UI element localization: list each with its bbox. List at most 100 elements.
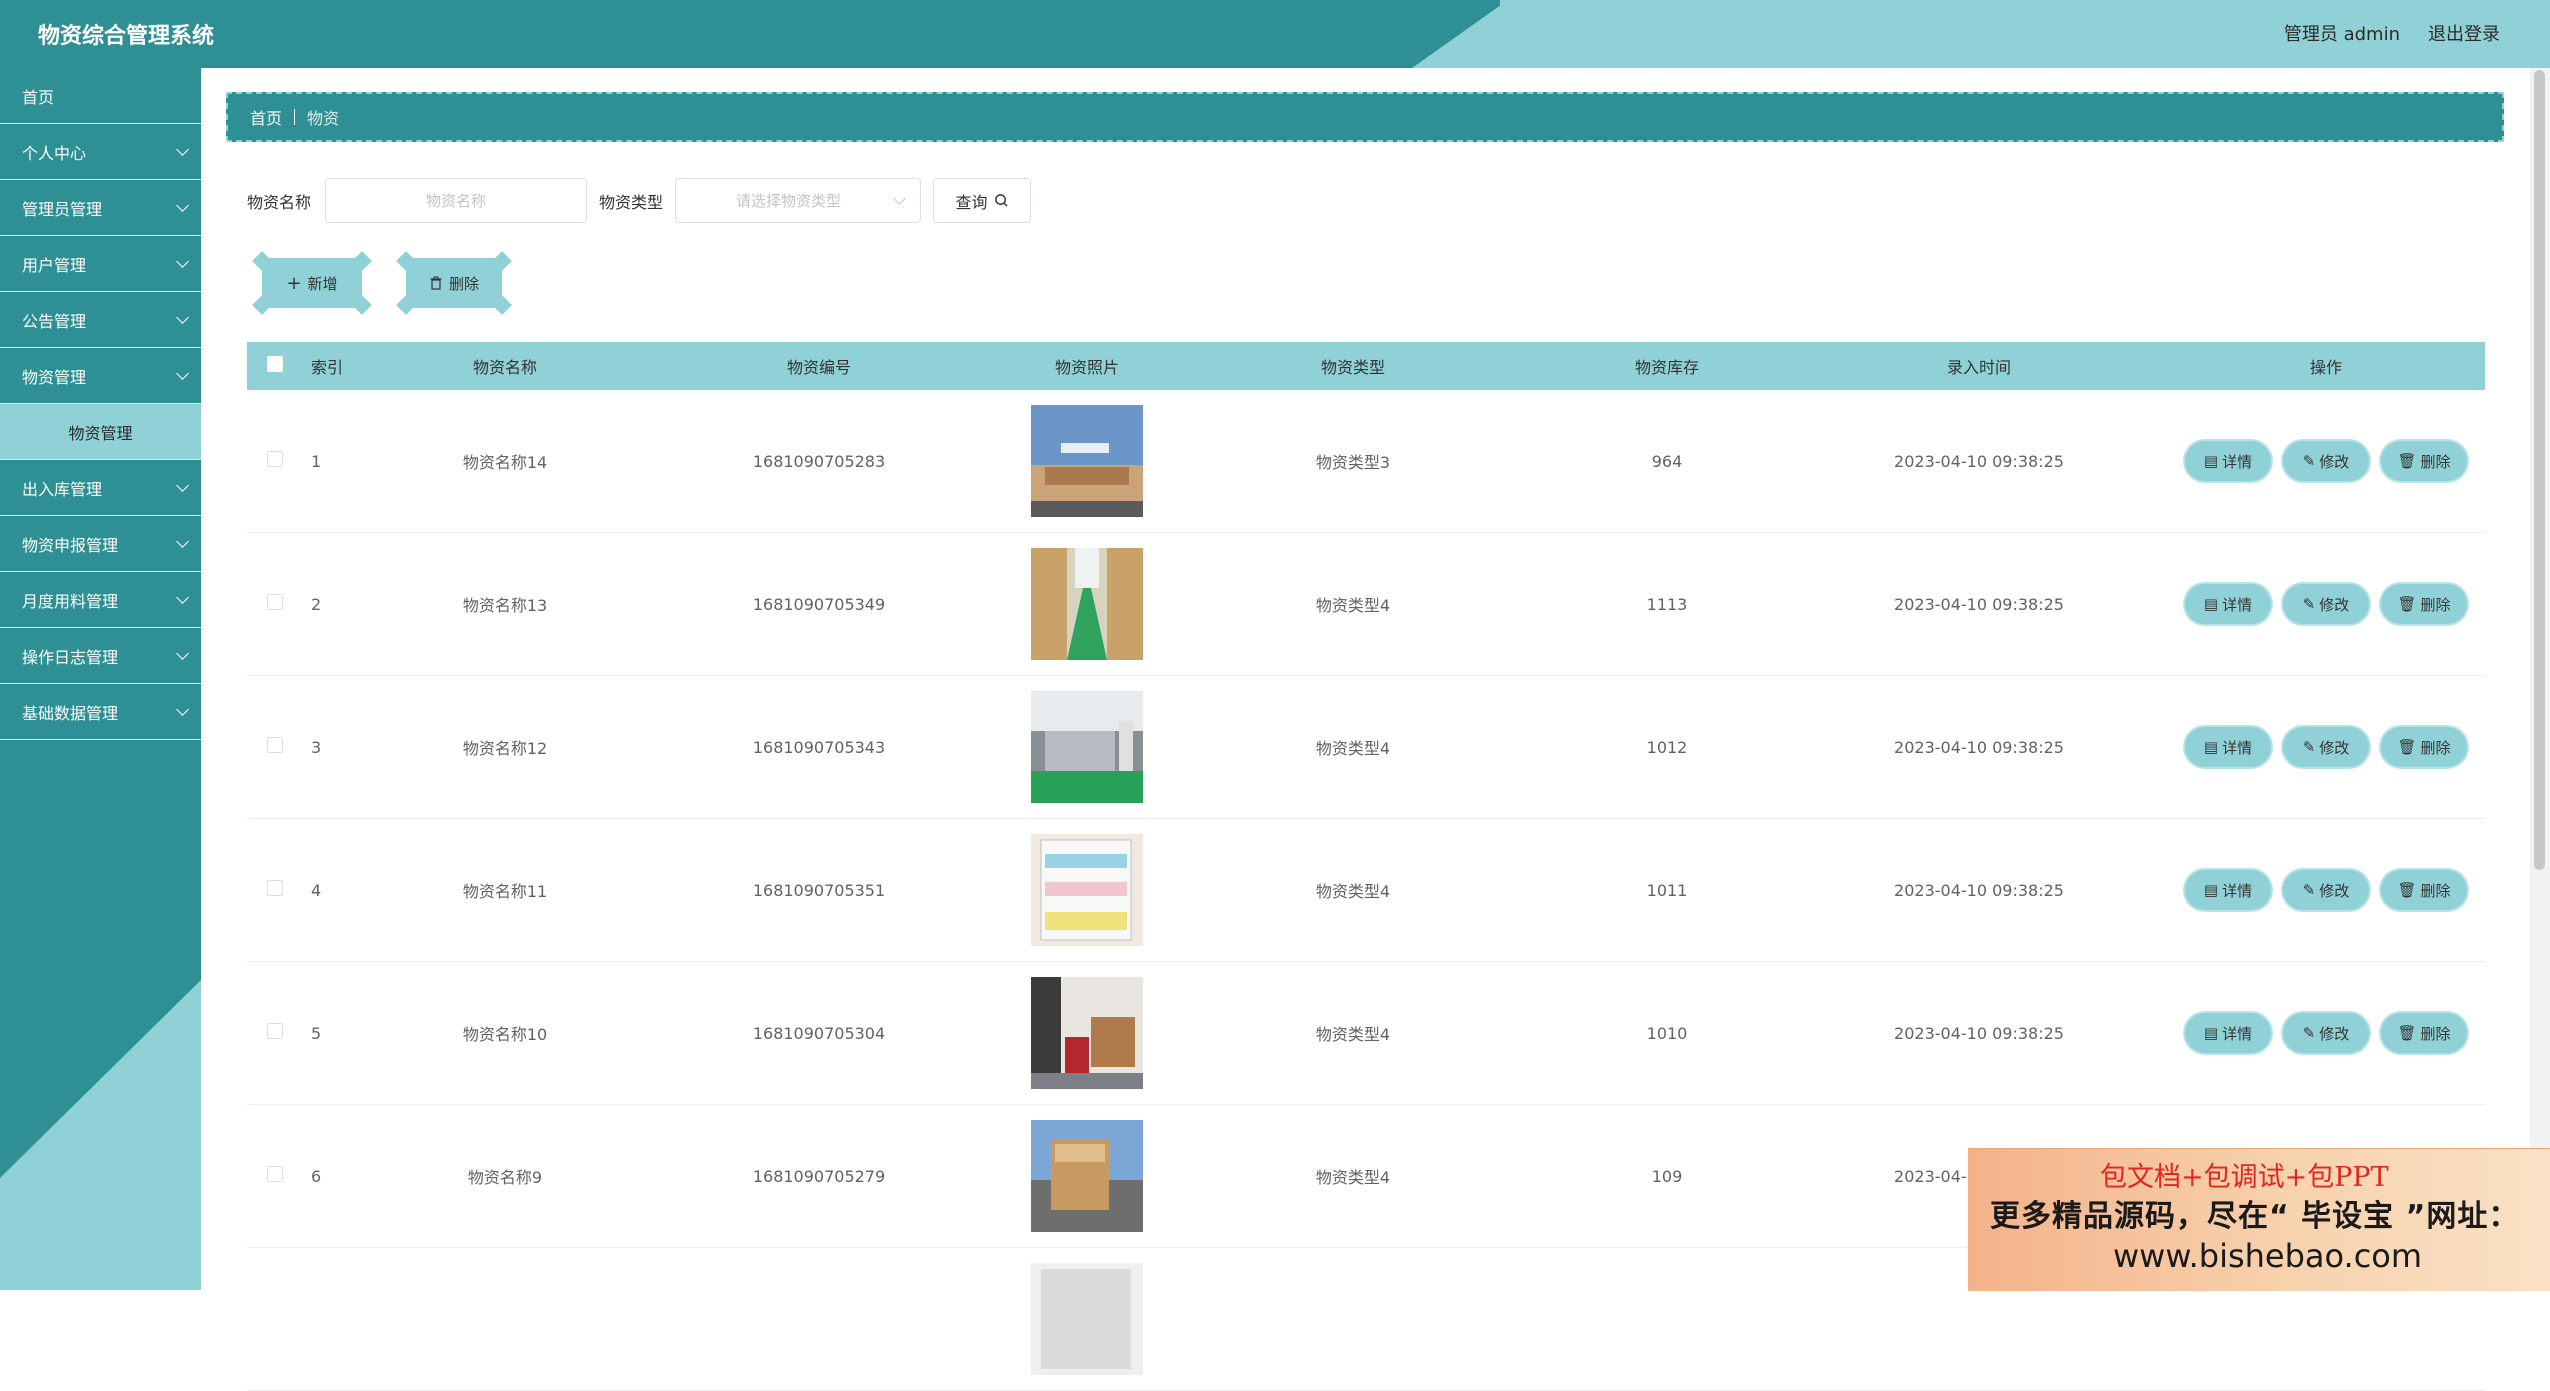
chevron-down-icon [176, 535, 189, 548]
edit-button-label: 修改 [2319, 881, 2350, 900]
detail-button[interactable]: ▤详情 [2185, 1013, 2271, 1053]
delete-button[interactable]: 🗑删除 [2381, 584, 2467, 624]
sidebar-item[interactable]: 用户管理 [0, 236, 201, 292]
sidebar-item-label: 月度用料管理 [22, 591, 119, 611]
breadcrumb-home[interactable]: 首页 [250, 105, 282, 129]
select-all-checkbox[interactable] [267, 356, 283, 372]
header-index: 索引 [311, 358, 344, 377]
chevron-down-icon [176, 255, 189, 268]
detail-button[interactable]: ▤详情 [2185, 727, 2271, 767]
sidebar-item[interactable]: 物资申报管理 [0, 516, 201, 572]
plus-icon: + [286, 272, 302, 294]
document-icon: ▤ [2203, 738, 2219, 756]
document-icon: ▤ [2203, 595, 2219, 613]
delete-button[interactable]: 🗑删除 [2381, 727, 2467, 767]
breadcrumb: 首页 物资 [226, 92, 2504, 142]
cell-name: 物资名称13 [462, 596, 548, 615]
query-button[interactable]: 查询 [933, 178, 1032, 223]
material-photo[interactable] [1031, 548, 1143, 660]
sidebar-item[interactable]: 管理员管理 [0, 180, 201, 236]
header-time: 录入时间 [1946, 358, 2011, 377]
document-icon: ▤ [2203, 881, 2219, 899]
delete-button[interactable]: 🗑删除 [2381, 1013, 2467, 1053]
cell-name: 物资名称12 [462, 739, 548, 758]
detail-button[interactable]: ▤详情 [2185, 584, 2271, 624]
header-code: 物资编号 [786, 358, 851, 377]
detail-button[interactable]: ▤详情 [2185, 441, 2271, 481]
table-row[interactable]: 4 物资名称11 1681090705351 物资类型4 1011 2023-04-10 … [247, 819, 2485, 962]
material-photo[interactable] [1031, 691, 1143, 803]
material-photo[interactable] [1031, 977, 1143, 1089]
scrollbar-thumb[interactable] [2534, 70, 2545, 870]
cell-ops: ▤详情 ✎修改 🗑删除 [2167, 1013, 2485, 1053]
sidebar-item[interactable]: 基础数据管理 [0, 684, 201, 740]
ad-url[interactable]: www.bishebao.com [2113, 1237, 2422, 1275]
sidebar-item[interactable]: 出入库管理 [0, 460, 201, 516]
add-button-notch [352, 295, 372, 315]
detail-button[interactable]: ▤详情 [2185, 870, 2271, 910]
sidebar-item[interactable]: 个人中心 [0, 124, 201, 180]
sidebar-item-label: 管理员管理 [22, 199, 103, 219]
trash-icon: 🗑 [2397, 881, 2417, 899]
sidebar-item[interactable]: 公告管理 [0, 292, 201, 348]
row-checkbox[interactable] [267, 1166, 283, 1182]
row-checkbox[interactable] [267, 1023, 283, 1039]
cell-index: 6 [311, 1166, 322, 1186]
batch-delete-label: 删除 [448, 274, 479, 293]
delete-button[interactable]: 🗑删除 [2381, 870, 2467, 910]
pencil-icon: ✎ [2302, 881, 2316, 899]
trash-icon [430, 276, 442, 290]
row-checkbox[interactable] [267, 737, 283, 753]
add-button[interactable]: + 新增 [252, 251, 372, 315]
vertical-scrollbar[interactable] [2530, 68, 2550, 1290]
cell-type: 物资类型4 [1315, 882, 1391, 901]
cell-name: 物资名称11 [462, 882, 548, 901]
advertisement-banner[interactable]: 包文档+包调试+包PPT 更多精品源码，尽在“ 毕设宝 ”网址： www.bis… [1968, 1148, 2550, 1291]
edit-button[interactable]: ✎修改 [2283, 727, 2369, 767]
edit-button[interactable]: ✎修改 [2283, 1013, 2369, 1053]
edit-button[interactable]: ✎修改 [2283, 870, 2369, 910]
add-button-notch [252, 251, 272, 271]
cell-index: 5 [311, 1023, 322, 1043]
delete-button-notch [396, 251, 416, 271]
header-checkbox-cell [247, 356, 303, 376]
sidebar-item[interactable]: 操作日志管理 [0, 628, 201, 684]
row-checkbox[interactable] [267, 594, 283, 610]
header-ops: 操作 [2309, 358, 2342, 377]
table-row[interactable]: 5 物资名称10 1681090705304 物资类型4 1010 2023-04-10 … [247, 962, 2485, 1105]
row-checkbox[interactable] [267, 880, 283, 896]
app-title: 物资综合管理系统 [38, 24, 215, 49]
material-photo[interactable] [1031, 1263, 1143, 1375]
name-search-input[interactable]: 物资名称 [325, 178, 588, 223]
type-select[interactable]: 请选择物资类型 [675, 178, 922, 223]
material-photo[interactable] [1031, 1120, 1143, 1232]
sidebar-item-label: 出入库管理 [22, 479, 103, 499]
delete-button-label: 删除 [2420, 1024, 2451, 1043]
sidebar-item[interactable]: 首页 [0, 68, 201, 124]
sidebar-item[interactable]: 物资管理 [0, 348, 201, 404]
delete-button-label: 删除 [2420, 881, 2451, 900]
table-row[interactable]: 1 物资名称14 1681090705283 物资类型3 964 2023-04-10 0… [247, 390, 2485, 533]
row-checkbox[interactable] [267, 451, 283, 467]
delete-button[interactable]: 🗑删除 [2381, 441, 2467, 481]
cell-ops: ▤详情 ✎修改 🗑删除 [2167, 441, 2485, 481]
batch-delete-button[interactable]: 删除 [396, 251, 512, 315]
cell-stock: 1113 [1646, 594, 1688, 614]
header-user-area: 管理员 admin 退出登录 [2284, 20, 2500, 46]
cell-type: 物资类型4 [1315, 739, 1391, 758]
cell-code: 1681090705343 [752, 737, 886, 757]
document-icon: ▤ [2203, 452, 2219, 470]
material-photo[interactable] [1031, 405, 1143, 517]
table-row[interactable]: 2 物资名称13 1681090705349 物资类型4 1113 2023-04-10 … [247, 533, 2485, 676]
table-row[interactable]: 3 物资名称12 1681090705343 物资类型4 1012 2023-04-10 … [247, 676, 2485, 819]
ad-line-2: 更多精品源码，尽在“ 毕设宝 ”网址： [1990, 1199, 2520, 1234]
logout-link[interactable]: 退出登录 [2428, 20, 2500, 46]
sidebar-subitem[interactable]: 物资管理 [0, 404, 201, 460]
edit-button[interactable]: ✎修改 [2283, 584, 2369, 624]
sidebar-item[interactable]: 月度用料管理 [0, 572, 201, 628]
material-photo[interactable] [1031, 834, 1143, 946]
delete-button-label: 删除 [2420, 452, 2451, 471]
cell-stock: 1011 [1646, 880, 1688, 900]
edit-button[interactable]: ✎修改 [2283, 441, 2369, 481]
pencil-icon: ✎ [2302, 452, 2316, 470]
